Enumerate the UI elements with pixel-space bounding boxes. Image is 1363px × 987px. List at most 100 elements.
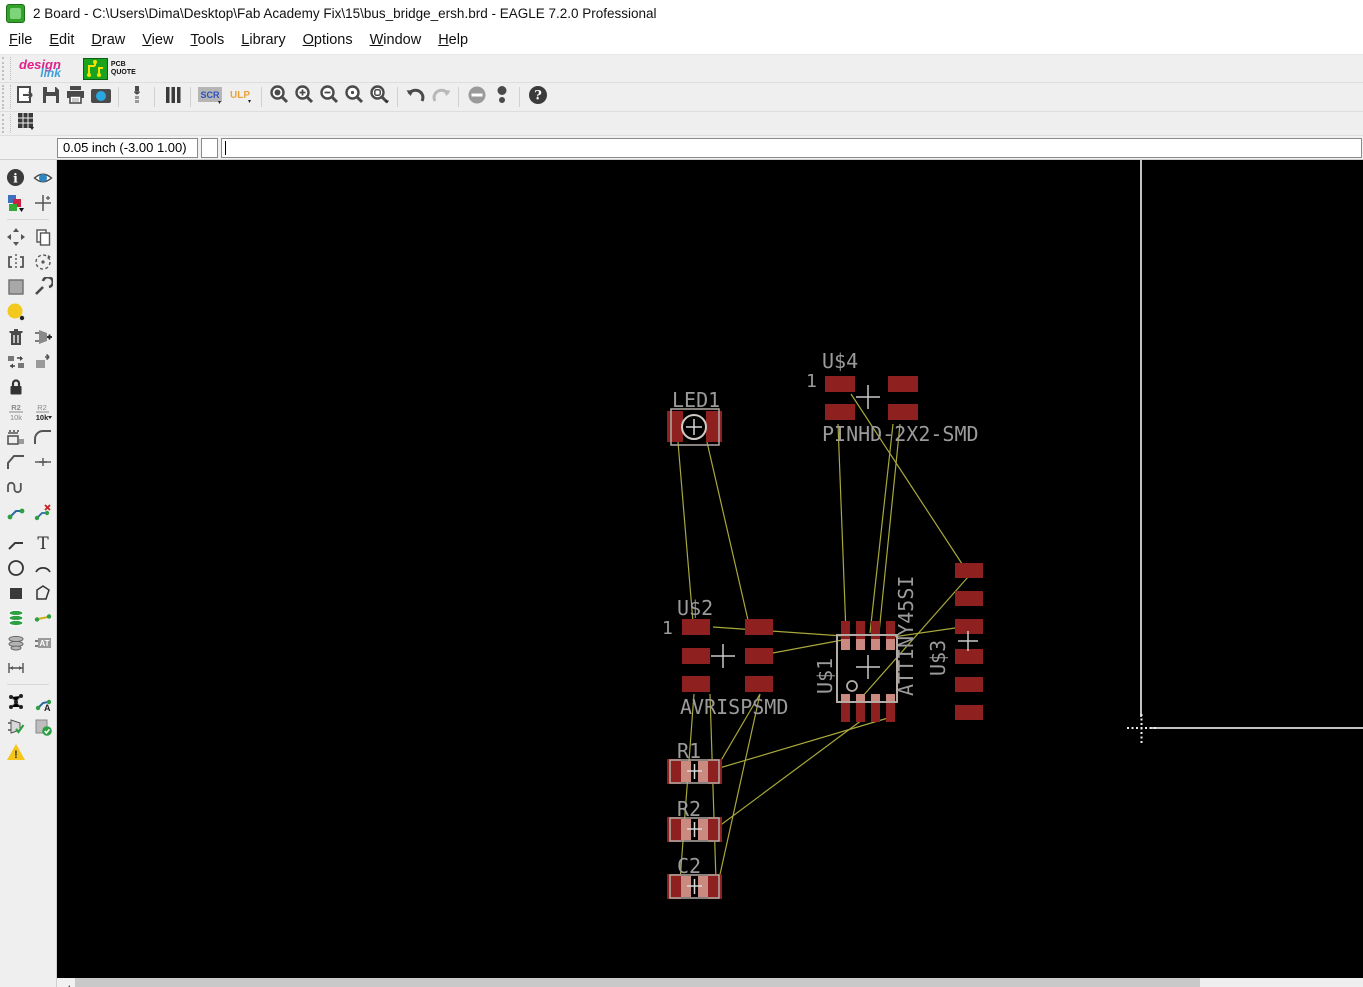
help-button[interactable]: ?	[525, 85, 550, 109]
pad[interactable]	[841, 621, 850, 639]
arc-tool[interactable]	[29, 555, 56, 580]
mirror-tool[interactable]	[2, 249, 29, 274]
component-u3[interactable]: U$3	[926, 563, 983, 720]
airwire[interactable]	[716, 693, 761, 889]
route-tool[interactable]	[2, 499, 29, 524]
pad[interactable]	[682, 619, 710, 635]
zoom-redraw-button[interactable]	[367, 85, 392, 109]
pad[interactable]	[825, 404, 855, 420]
component-r1[interactable]: R1	[667, 739, 722, 784]
airwire[interactable]	[712, 626, 844, 637]
component-c2[interactable]: C2	[667, 854, 722, 899]
pad[interactable]	[955, 649, 983, 664]
smash-tool[interactable]	[2, 424, 29, 449]
pin-header-button[interactable]	[124, 85, 149, 109]
text-tool[interactable]: T	[29, 530, 56, 555]
command-input[interactable]	[221, 137, 1362, 158]
board-canvas[interactable]: LED1 U$4 1 PINHD-2X2-SMD U$2 1 AVRISPSMD…	[57, 160, 1363, 978]
board-outline[interactable]	[1127, 160, 1363, 743]
pad[interactable]	[856, 621, 865, 639]
pad[interactable]	[667, 411, 683, 442]
hole-tool[interactable]	[2, 630, 29, 655]
traffic-light-button[interactable]	[489, 85, 514, 109]
component-u1[interactable]: U$1 ATTINY45SI	[813, 576, 918, 722]
menu-edit[interactable]: Edit	[49, 32, 74, 48]
rect-tool[interactable]	[2, 580, 29, 605]
group-tool[interactable]	[2, 274, 29, 299]
pad[interactable]	[682, 648, 710, 664]
airwire[interactable]	[717, 719, 863, 828]
u4-origin-cross[interactable]	[856, 385, 880, 409]
ulp-button[interactable]: ULP	[226, 85, 256, 109]
ref-label[interactable]: U$1	[813, 658, 837, 694]
pad[interactable]	[955, 677, 983, 692]
mark-tool[interactable]	[29, 190, 56, 215]
paste-tool[interactable]	[2, 299, 29, 324]
add-tool[interactable]	[29, 324, 56, 349]
wire-tool[interactable]	[2, 530, 29, 555]
autorouter-tool[interactable]: A	[29, 689, 56, 714]
airwire[interactable]	[761, 638, 849, 656]
ref-label[interactable]: U$4	[822, 349, 858, 373]
led1-origin-cross[interactable]	[686, 419, 702, 435]
scroll-left-button[interactable]	[57, 978, 75, 987]
polygon-tool[interactable]	[29, 580, 56, 605]
pad[interactable]	[955, 563, 983, 578]
ref-label[interactable]: LED1	[672, 388, 720, 412]
attribute-tool[interactable]: AT	[29, 630, 56, 655]
export-image-button[interactable]	[88, 85, 113, 109]
component-led1[interactable]: LED1	[667, 388, 722, 446]
airwires[interactable]	[677, 393, 969, 889]
delete-tool[interactable]	[2, 324, 29, 349]
circle-tool[interactable]	[2, 555, 29, 580]
name-tool[interactable]: R2 10k	[2, 399, 29, 424]
erc-tool[interactable]	[2, 714, 29, 739]
menu-options[interactable]: Options	[303, 32, 353, 48]
info-tool[interactable]: i	[2, 165, 29, 190]
change-tool[interactable]	[29, 274, 56, 299]
menu-window[interactable]: Window	[370, 32, 422, 48]
toolbar-drag-handle[interactable]	[2, 85, 11, 109]
ref-label[interactable]: U$3	[926, 640, 950, 676]
design-link-logo[interactable]: design link	[19, 58, 61, 79]
ratsnest-tool[interactable]	[2, 689, 29, 714]
optimize-tool[interactable]	[29, 449, 56, 474]
move-tool[interactable]	[2, 224, 29, 249]
stop-button[interactable]	[464, 85, 489, 109]
component-u2[interactable]: U$2 1 AVRISPSMD	[662, 596, 788, 719]
value-label[interactable]: ATTINY45SI	[894, 576, 918, 696]
u1-origin-cross[interactable]	[856, 655, 880, 679]
ref-label[interactable]: U$2	[677, 596, 713, 620]
component-u4[interactable]: U$4 1 PINHD-2X2-SMD	[806, 349, 979, 446]
errors-tool[interactable]: !	[2, 739, 29, 764]
scrollbar-thumb[interactable]	[75, 978, 1200, 987]
pad[interactable]	[745, 619, 773, 635]
lock-tool[interactable]	[2, 374, 29, 399]
menu-help[interactable]: Help	[438, 32, 468, 48]
copy-tool[interactable]	[29, 224, 56, 249]
display-layers-tool[interactable]	[2, 190, 29, 215]
menu-file[interactable]: File	[9, 32, 32, 48]
split-tool[interactable]	[2, 449, 29, 474]
meander-tool[interactable]	[2, 474, 29, 499]
pad[interactable]	[955, 591, 983, 606]
value-label[interactable]: AVRISPSMD	[680, 695, 788, 719]
replace-tool[interactable]	[29, 349, 56, 374]
miter-tool[interactable]	[29, 424, 56, 449]
via-tool[interactable]	[2, 605, 29, 630]
airwire[interactable]	[850, 393, 969, 574]
u2-origin-cross[interactable]	[711, 644, 735, 668]
pad[interactable]	[708, 759, 722, 784]
redo-button[interactable]	[428, 85, 453, 109]
toolbar-drag-handle[interactable]	[2, 57, 11, 80]
open-board-button[interactable]	[13, 85, 38, 109]
zoom-fit-button[interactable]	[267, 85, 292, 109]
grid-button[interactable]	[13, 112, 38, 136]
airwire[interactable]	[679, 693, 695, 882]
window-columns-button[interactable]	[160, 85, 185, 109]
pad[interactable]	[708, 874, 722, 899]
menu-draw[interactable]: Draw	[91, 32, 125, 48]
show-tool[interactable]	[29, 165, 56, 190]
pad[interactable]	[745, 648, 773, 664]
undo-button[interactable]	[403, 85, 428, 109]
